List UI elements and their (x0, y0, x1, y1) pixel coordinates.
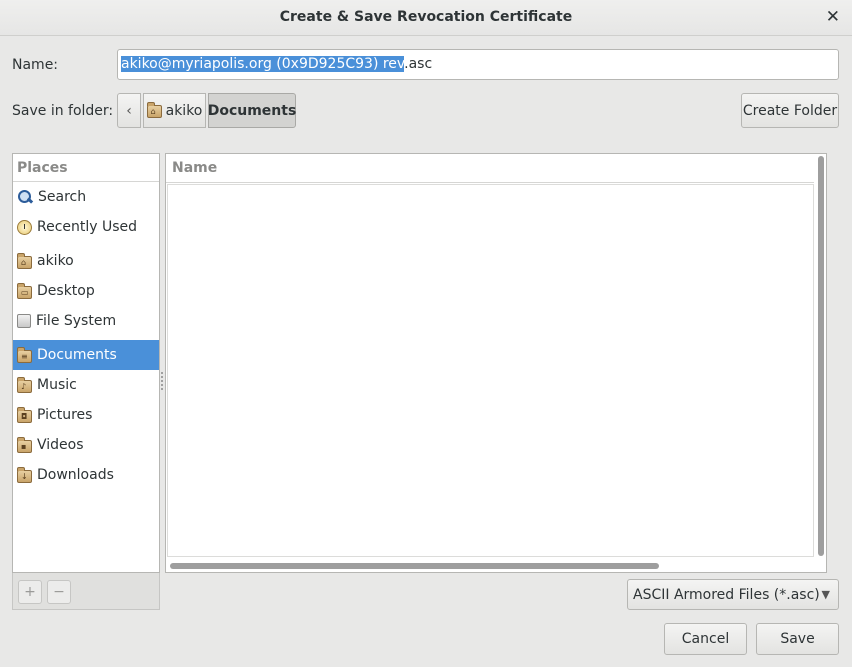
remove-bookmark-button[interactable]: − (47, 580, 71, 604)
downloads-folder-icon: ↓ (17, 466, 32, 483)
add-bookmark-button[interactable]: + (18, 580, 42, 604)
title-bar: Create & Save Revocation Certificate ✕ (0, 0, 852, 36)
sidebar-item-label: Documents (37, 347, 117, 363)
sidebar-item-label: Downloads (37, 467, 114, 483)
sidebar-item-downloads[interactable]: ↓ Downloads (13, 460, 159, 490)
path-back-button[interactable]: ‹ (117, 93, 141, 128)
sidebar-item-desktop[interactable]: ▭ Desktop (13, 276, 159, 306)
path-segment-akiko[interactable]: ⌂ akiko (143, 93, 206, 128)
drive-icon (17, 314, 31, 328)
plus-icon: + (24, 584, 36, 600)
filename-extension-text: .asc (404, 56, 433, 72)
create-folder-button[interactable]: Create Folder (741, 93, 839, 128)
places-header: Places (13, 154, 159, 182)
file-list-body[interactable] (167, 184, 814, 557)
path-segment-label: Documents (207, 102, 297, 119)
music-folder-icon: ♪ (17, 376, 32, 393)
sidebar-item-documents[interactable]: ≡ Documents (13, 340, 159, 370)
chevron-left-icon: ‹ (126, 102, 132, 119)
sidebar-item-label: akiko (37, 253, 74, 269)
horizontal-scrollbar[interactable] (170, 563, 659, 569)
vertical-scrollbar[interactable] (818, 156, 824, 556)
save-in-folder-label: Save in folder: (12, 103, 114, 119)
filename-selected-text: akiko@myriapolis.org (0x9D925C93) rev (121, 56, 405, 72)
dialog-title: Create & Save Revocation Certificate (279, 9, 573, 25)
save-button[interactable]: Save (756, 623, 839, 655)
sidebar-item-label: Desktop (37, 283, 95, 299)
sidebar-item-akiko[interactable]: ⌂ akiko (13, 246, 159, 276)
sidebar-item-label: Search (38, 189, 87, 205)
column-header-name[interactable]: Name (166, 154, 814, 183)
close-icon[interactable]: ✕ (826, 7, 840, 27)
recent-icon (17, 219, 32, 235)
sidebar-item-recently-used[interactable]: Recently Used (13, 212, 159, 242)
path-segment-documents[interactable]: Documents (208, 93, 296, 128)
documents-folder-icon: ≡ (17, 346, 32, 363)
pane-splitter-handle[interactable] (160, 370, 164, 392)
sidebar-item-file-system[interactable]: File System (13, 306, 159, 336)
chevron-down-icon: ▼ (821, 588, 830, 601)
home-folder-icon: ⌂ (17, 252, 32, 269)
file-type-filter-value: ASCII Armored Files (*.asc) (633, 586, 820, 603)
file-list[interactable]: Name (165, 153, 827, 573)
sidebar-item-label: File System (36, 313, 117, 329)
desktop-folder-icon: ▭ (17, 282, 32, 299)
sidebar-item-label: Videos (37, 437, 84, 453)
filename-input[interactable]: akiko@myriapolis.org (0x9D925C93) rev.as… (117, 49, 839, 80)
sidebar-item-label: Pictures (37, 407, 93, 423)
sidebar-item-label: Music (37, 377, 77, 393)
search-icon (17, 189, 33, 205)
places-sidebar: Places Search Recently Used ⌂ akiko ▭ De… (12, 153, 160, 573)
name-label: Name: (12, 57, 59, 73)
sidebar-item-music[interactable]: ♪ Music (13, 370, 159, 400)
sidebar-item-search[interactable]: Search (13, 182, 159, 212)
videos-folder-icon: ▪ (17, 436, 32, 453)
file-type-filter-select[interactable]: ASCII Armored Files (*.asc) ▼ (627, 579, 839, 610)
home-folder-icon: ⌂ (146, 102, 162, 118)
sidebar-item-pictures[interactable]: ◘ Pictures (13, 400, 159, 430)
sidebar-item-videos[interactable]: ▪ Videos (13, 430, 159, 460)
sidebar-item-label: Recently Used (37, 219, 138, 235)
minus-icon: − (53, 584, 65, 600)
cancel-button[interactable]: Cancel (664, 623, 747, 655)
path-segment-label: akiko (165, 102, 203, 119)
places-toolbar: + − (12, 573, 160, 610)
pictures-folder-icon: ◘ (17, 406, 32, 423)
